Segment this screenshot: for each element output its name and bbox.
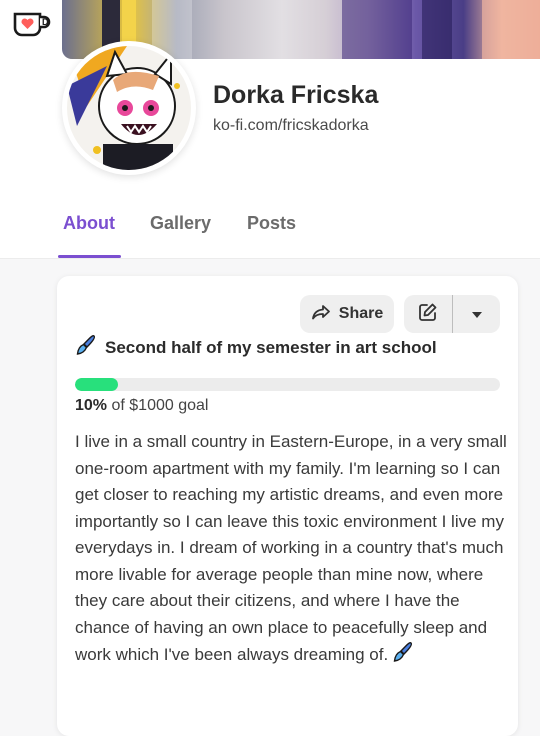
tab-posts[interactable]: Posts <box>247 213 296 234</box>
avatar[interactable] <box>62 41 196 175</box>
profile-name: Dorka Fricska <box>213 81 379 109</box>
edit-button-group <box>404 295 500 333</box>
goal-progress-bar <box>75 378 500 391</box>
profile-header: D Dorka Fricska ko-fi.com/fricskadorka A… <box>0 0 540 259</box>
pencil-square-icon <box>418 302 438 327</box>
svg-text:D: D <box>42 17 49 27</box>
goal-title: Second half of my semester in art school <box>75 334 437 361</box>
goal-amount-suffix: of $1000 goal <box>107 397 209 414</box>
tab-gallery[interactable]: Gallery <box>150 213 211 234</box>
profile-tabs: About Gallery Posts <box>0 208 540 258</box>
caret-down-icon <box>471 305 482 323</box>
more-options-button[interactable] <box>453 295 500 333</box>
goal-percent: 10% <box>75 397 108 414</box>
ko-fi-cup-icon[interactable]: D <box>12 10 52 38</box>
share-button[interactable]: Share <box>300 295 394 333</box>
paintbrush-icon <box>392 641 414 672</box>
tab-about[interactable]: About <box>63 213 115 234</box>
goal-description: I live in a small country in Eastern-Eur… <box>75 429 507 672</box>
edit-button[interactable] <box>404 295 452 333</box>
active-tab-indicator <box>58 255 121 258</box>
goal-amount: 10% of $1000 goal <box>75 397 208 415</box>
share-label: Share <box>338 305 384 322</box>
share-arrow-icon <box>311 304 331 325</box>
goal-card: Share Second half of my semester in art … <box>57 276 518 736</box>
paintbrush-icon <box>75 334 97 361</box>
goal-progress-fill <box>75 378 118 391</box>
goal-title-text: Second half of my semester in art school <box>105 337 437 357</box>
profile-url[interactable]: ko-fi.com/fricskadorka <box>213 117 369 135</box>
goal-description-text: I live in a small country in Eastern-Eur… <box>75 432 507 664</box>
